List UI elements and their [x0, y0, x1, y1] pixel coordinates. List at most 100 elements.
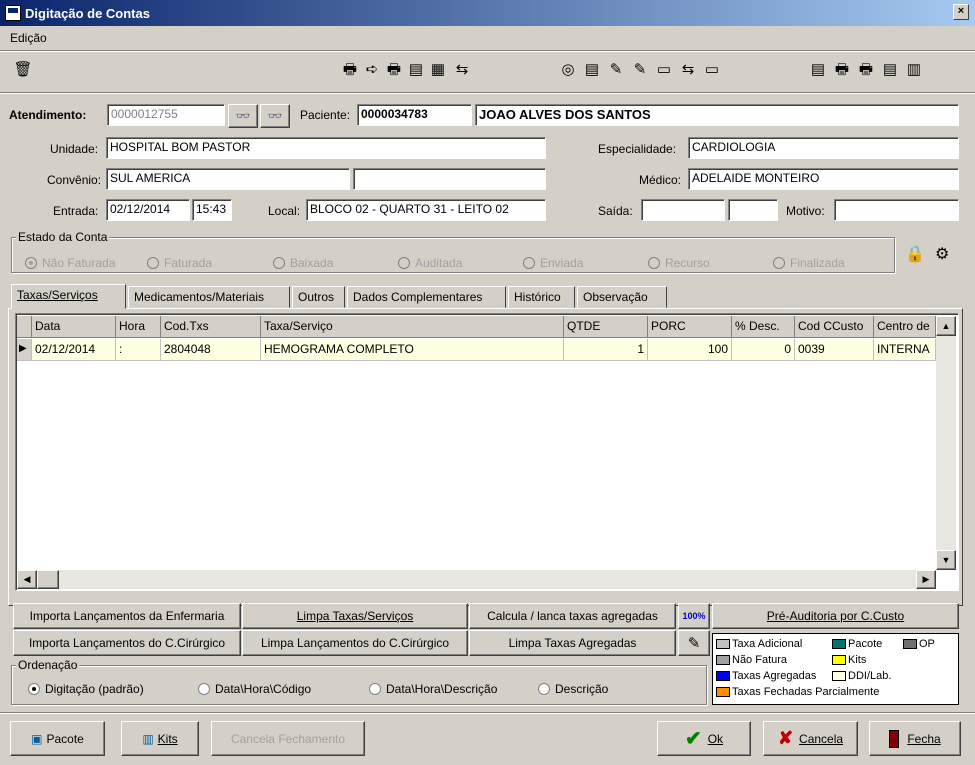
- scroll-left-button[interactable]: ◀: [17, 570, 37, 589]
- calcula-taxas-button[interactable]: Calcula / lanca taxas agregadas: [469, 603, 676, 629]
- cell-desc[interactable]: 0: [732, 339, 795, 361]
- kits-button[interactable]: ▥ Kits: [121, 721, 199, 756]
- cancela-fechamento-button[interactable]: Cancela Fechamento: [211, 721, 365, 756]
- printer-icon[interactable]: 🖶: [856, 60, 876, 80]
- convenio-extra-field[interactable]: [353, 168, 546, 190]
- estado-nao-faturada-radio[interactable]: Não Faturada: [25, 256, 115, 270]
- ordem-descricao-radio[interactable]: Descrição: [538, 682, 608, 696]
- tab-medicamentos[interactable]: Medicamentos/Materiais: [128, 286, 290, 308]
- cabinet-icon[interactable]: ▥: [904, 60, 924, 80]
- estado-finalizada-radio[interactable]: Finalizada: [773, 256, 845, 270]
- copy-pages-icon[interactable]: ▤: [880, 60, 900, 80]
- scroll-right-button[interactable]: ▶: [916, 570, 936, 589]
- pacote-button[interactable]: ▣ Pacote: [10, 721, 105, 756]
- copy-icon[interactable]: ▤: [406, 60, 426, 80]
- window-list-icon[interactable]: ▭: [654, 60, 674, 80]
- trash-icon[interactable]: 🗑: [13, 60, 33, 80]
- col-qtde[interactable]: QTDE: [564, 316, 648, 338]
- tab-historico[interactable]: Histórico: [508, 286, 575, 308]
- medico-field[interactable]: ADELAIDE MONTEIRO: [688, 168, 959, 190]
- cell-cod-ccusto[interactable]: 0039: [795, 339, 874, 361]
- vertical-scrollbar[interactable]: [936, 316, 956, 570]
- ordem-data-descricao-radio[interactable]: Data\Hora\Descrição: [369, 682, 497, 696]
- calculator-icon[interactable]: ▦: [428, 60, 448, 80]
- menu-edicao[interactable]: Edição: [10, 31, 47, 45]
- tab-outros[interactable]: Outros: [292, 286, 345, 308]
- col-taxa-servico[interactable]: Taxa/Serviço: [261, 316, 564, 338]
- export-icon[interactable]: ➪: [362, 60, 382, 80]
- saida-time-field[interactable]: [728, 199, 778, 221]
- estado-auditada-radio[interactable]: Auditada: [398, 256, 462, 270]
- entrada-date-field[interactable]: 02/12/2014: [106, 199, 190, 221]
- cell-centro[interactable]: INTERNA: [874, 339, 936, 361]
- pages-icon[interactable]: ▤: [808, 60, 828, 80]
- paciente-name-field[interactable]: JOAO ALVES DOS SANTOS: [475, 104, 959, 126]
- ordem-digitacao-radio[interactable]: Digitação (padrão): [28, 682, 144, 696]
- disc-icon[interactable]: ◎: [558, 60, 578, 80]
- scroll-thumb[interactable]: [37, 570, 59, 589]
- entrada-time-field[interactable]: 15:43: [192, 199, 232, 221]
- tab-taxas-servicos[interactable]: Taxas/Serviços: [11, 284, 126, 309]
- importa-cirurgico-button[interactable]: Importa Lançamentos do C.Cirúrgico: [13, 630, 241, 656]
- paciente-id-field[interactable]: 0000034783: [357, 104, 472, 126]
- search-atendimento-button[interactable]: 👓: [228, 104, 258, 128]
- atendimento-field[interactable]: 0000012755: [107, 104, 225, 126]
- tab-observacao[interactable]: Observação: [577, 286, 667, 308]
- col-desc[interactable]: % Desc.: [732, 316, 795, 338]
- tiss-print-icon[interactable]: 🖶: [832, 60, 852, 80]
- local-field[interactable]: BLOCO 02 - QUARTO 31 - LEITO 02: [306, 199, 546, 221]
- convenio-field[interactable]: SUL AMERICA: [106, 168, 350, 190]
- especialidade-label: Especialidade:: [598, 142, 677, 156]
- move-icon[interactable]: ⇆: [678, 60, 698, 80]
- estado-label: Estado da Conta: [16, 230, 110, 244]
- audit-icon[interactable]: ✎: [606, 60, 626, 80]
- estado-faturada-radio[interactable]: Faturada: [147, 256, 212, 270]
- transfer-icon[interactable]: ⇆: [452, 60, 472, 80]
- settings-icon[interactable]: ⚙: [935, 244, 949, 264]
- ok-button[interactable]: ✔ Ok: [657, 721, 751, 756]
- search-patient-button[interactable]: 👓: [260, 104, 290, 128]
- col-cod-ccusto[interactable]: Cod CCusto: [795, 316, 874, 338]
- audit-check-icon[interactable]: ✎: [630, 60, 650, 80]
- scroll-down-button[interactable]: ▼: [936, 550, 956, 570]
- tab-dados-complementares[interactable]: Dados Complementares: [347, 286, 506, 308]
- cell-porc[interactable]: 100: [648, 339, 732, 361]
- col-centro[interactable]: Centro de: [874, 316, 936, 338]
- cell-cod-txs[interactable]: 2804048: [161, 339, 261, 361]
- col-cod-txs[interactable]: Cod.Txs: [161, 316, 261, 338]
- importa-enfermaria-button[interactable]: Importa Lançamentos da Enfermaria: [13, 603, 241, 629]
- print-icon[interactable]: 🖶: [340, 60, 360, 80]
- documents-icon[interactable]: ▤: [582, 60, 602, 80]
- col-data[interactable]: Data: [32, 316, 116, 338]
- limpa-agregadas-button[interactable]: Limpa Taxas Agregadas: [469, 630, 676, 656]
- print-preview-icon[interactable]: 🖶: [384, 60, 404, 80]
- legend-fechadas-parcialmente: Taxas Fechadas Parcialmente: [716, 686, 879, 698]
- eraser-button[interactable]: ✎: [678, 630, 710, 656]
- cell-qtde[interactable]: 1: [564, 339, 648, 361]
- close-button[interactable]: ×: [953, 4, 969, 20]
- ordem-data-codigo-radio[interactable]: Data\Hora\Código: [198, 682, 311, 696]
- unidade-field[interactable]: HOSPITAL BOM PASTOR: [106, 137, 546, 159]
- cancela-button[interactable]: ✘ Cancela: [763, 721, 858, 756]
- cell-data[interactable]: 02/12/2014: [32, 339, 116, 361]
- estado-recurso-radio[interactable]: Recurso: [648, 256, 710, 270]
- percent-button[interactable]: 100%: [678, 603, 710, 629]
- horizontal-scrollbar[interactable]: [17, 570, 936, 589]
- especialidade-field[interactable]: CARDIOLOGIA: [688, 137, 959, 159]
- col-hora[interactable]: Hora: [116, 316, 161, 338]
- fecha-button[interactable]: Fecha: [869, 721, 961, 756]
- lock-icon[interactable]: 🔒: [905, 244, 925, 264]
- estado-baixada-radio[interactable]: Baixada: [273, 256, 333, 270]
- col-porc[interactable]: PORC: [648, 316, 732, 338]
- scroll-up-button[interactable]: ▲: [936, 316, 956, 336]
- estado-enviada-radio[interactable]: Enviada: [523, 256, 583, 270]
- cell-taxa-servico[interactable]: HEMOGRAMA COMPLETO: [261, 339, 564, 361]
- window-title: Digitação de Contas: [25, 5, 150, 21]
- limpa-taxas-button[interactable]: Limpa Taxas/Serviços: [242, 603, 468, 629]
- cell-hora[interactable]: :: [116, 339, 161, 361]
- motivo-field[interactable]: [834, 199, 959, 221]
- pre-auditoria-button[interactable]: Pré-Auditoria por C.Custo: [712, 603, 959, 629]
- grid-icon[interactable]: ▭: [702, 60, 722, 80]
- limpa-cirurgico-button[interactable]: Limpa Lançamentos do C.Cirúrgico: [242, 630, 468, 656]
- saida-date-field[interactable]: [641, 199, 725, 221]
